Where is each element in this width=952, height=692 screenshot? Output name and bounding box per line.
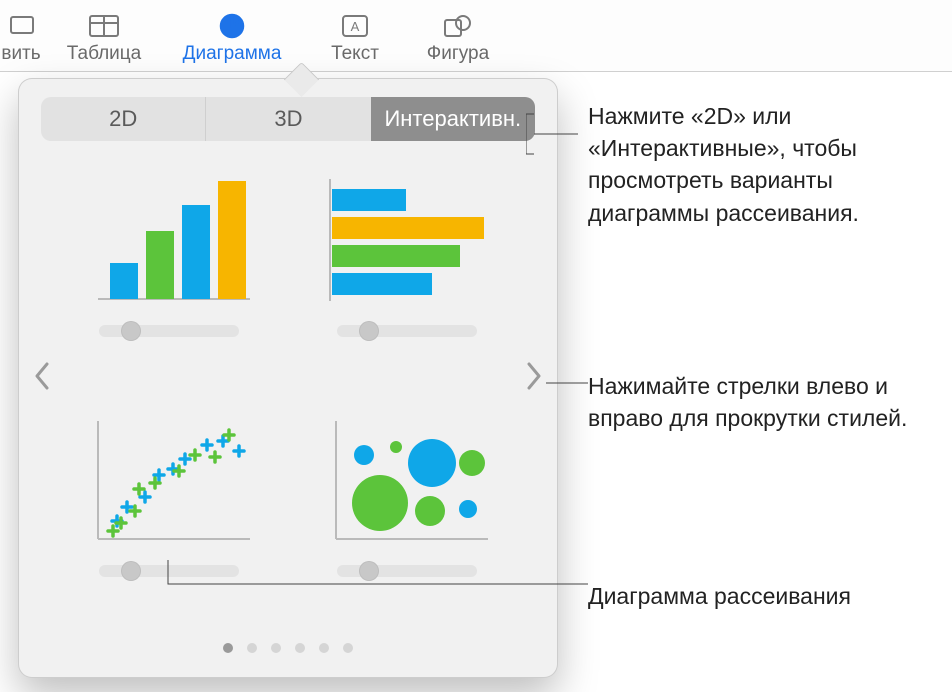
page-dot[interactable] [343, 643, 353, 653]
chart-option-column[interactable] [75, 171, 263, 381]
toolbar-label: Фигура [427, 43, 489, 65]
svg-text:A: A [351, 19, 360, 34]
style-slider[interactable] [337, 325, 477, 337]
chevron-right-icon[interactable] [519, 351, 549, 401]
page-dot[interactable] [319, 643, 329, 653]
shape-icon [443, 11, 473, 41]
bubble-chart-icon [322, 411, 492, 551]
toolbar-label: Таблица [67, 43, 142, 65]
toolbar-label: вить [1, 43, 40, 65]
chart-icon [218, 11, 246, 41]
insert-icon [7, 11, 35, 41]
page-dot[interactable] [247, 643, 257, 653]
seg-3d[interactable]: 3D [205, 97, 370, 141]
chart-option-bar[interactable] [313, 171, 501, 381]
style-slider[interactable] [99, 325, 239, 337]
page-dot[interactable] [223, 643, 233, 653]
column-chart-icon [84, 171, 254, 311]
callout-segments: Нажмите «2D» или «Интерактивные», чтобы … [588, 100, 938, 229]
callout-text: Нажимайте стрелки влево и вправо для про… [588, 373, 907, 431]
chevron-left-icon[interactable] [27, 351, 57, 401]
seg-interactive[interactable]: Интерактивн. [371, 97, 535, 141]
toolbar-table[interactable]: Таблица [50, 7, 158, 71]
toolbar-label: Диаграмма [183, 43, 282, 65]
callout-scatter: Диаграмма рассеивания [588, 580, 948, 612]
seg-2d[interactable]: 2D [41, 97, 205, 141]
text-icon: A [341, 11, 369, 41]
bar-chart-icon [322, 171, 492, 311]
scatter-chart-icon [84, 411, 254, 551]
page-dot[interactable] [295, 643, 305, 653]
toolbar-chart[interactable]: Диаграмма [158, 7, 306, 71]
toolbar-insert[interactable]: вить [0, 7, 50, 71]
callout-text: Нажмите «2D» или «Интерактивные», чтобы … [588, 103, 859, 226]
toolbar-shape[interactable]: Фигура [404, 7, 512, 71]
toolbar: вить Таблица Диаграмма A Текст Фигура [0, 0, 952, 72]
page-dot[interactable] [271, 643, 281, 653]
toolbar-label: Текст [331, 43, 379, 65]
table-icon [89, 11, 119, 41]
segmented-control: 2D 3D Интерактивн. [41, 97, 535, 141]
callout-text: Диаграмма рассеивания [588, 583, 851, 609]
page-dots [19, 643, 557, 653]
callout-arrows: Нажимайте стрелки влево и вправо для про… [588, 370, 938, 434]
toolbar-text[interactable]: A Текст [306, 7, 404, 71]
